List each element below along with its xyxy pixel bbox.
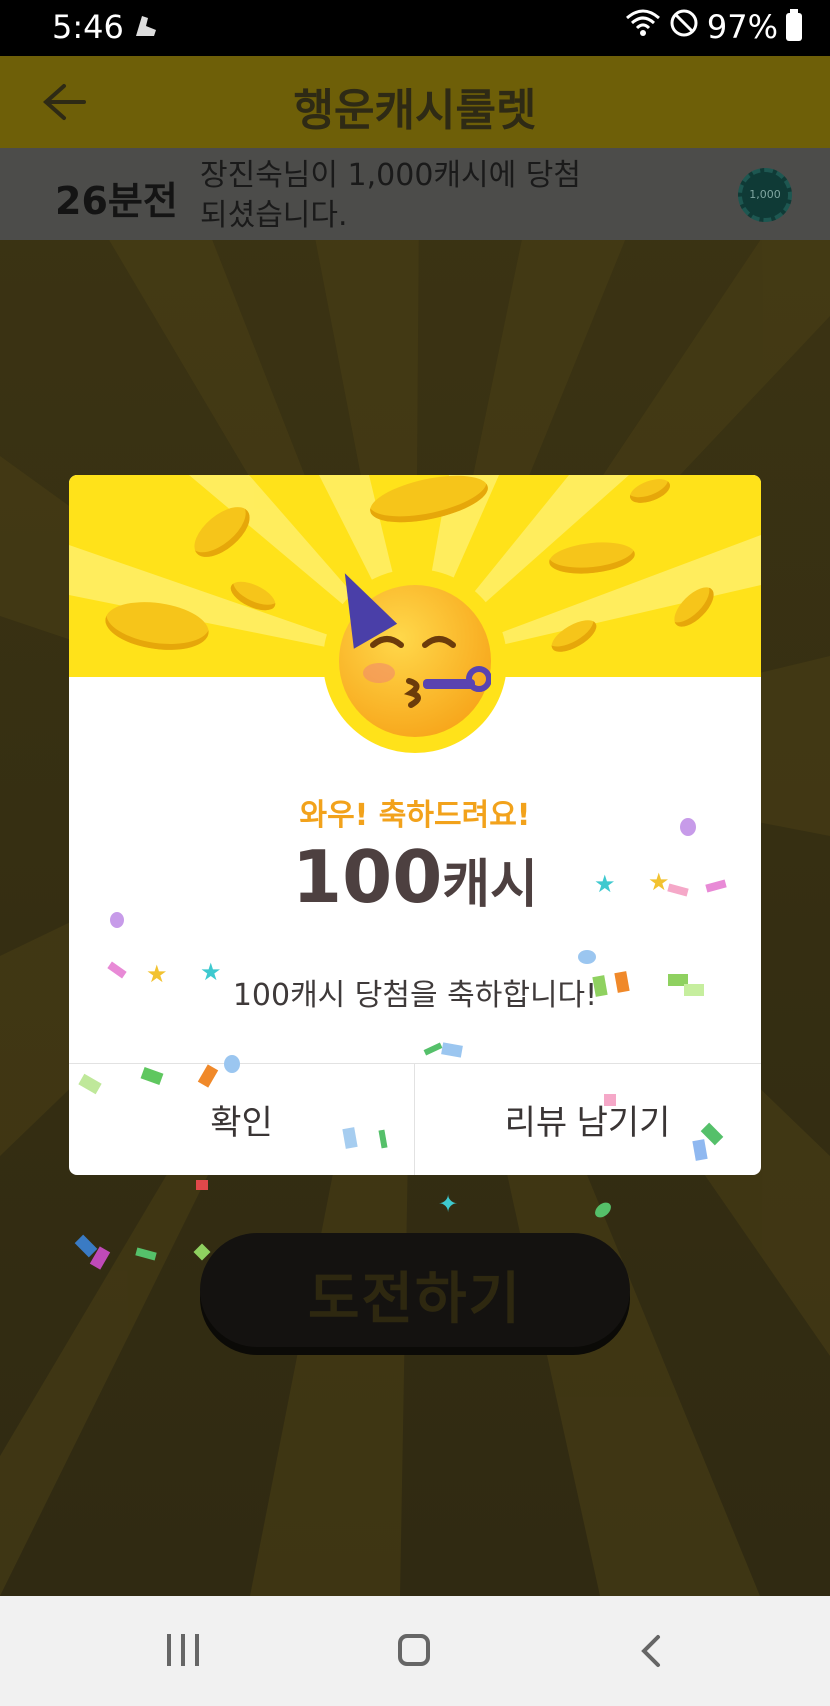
confetti-piece (684, 984, 704, 996)
confetti-piece (224, 1055, 240, 1073)
star-confetti-icon: ★ (146, 960, 168, 988)
page-title: 행운캐시룰렛 (293, 85, 537, 136)
status-time: 5:46 (52, 8, 124, 46)
wifi-icon (625, 8, 661, 46)
cash-chip-icon: 1,000 (738, 168, 792, 222)
back-icon[interactable] (636, 1634, 666, 1668)
confetti-piece (604, 1094, 616, 1106)
do-not-disturb-icon (669, 8, 699, 46)
confetti-piece (196, 1180, 208, 1190)
ticker-message: 장진숙님이 1,000캐시에 당첨되셨습니다. (200, 158, 581, 233)
star-confetti-icon: ✦ (438, 1190, 459, 1218)
battery-icon (786, 9, 802, 41)
star-confetti-icon: ★ (648, 868, 670, 896)
ticker-time-ago: 26분전 (55, 179, 178, 223)
home-icon[interactable] (398, 1634, 430, 1666)
confetti-piece (578, 950, 596, 964)
status-bar: 5:46 97% (0, 0, 830, 56)
star-confetti-icon: ★ (200, 958, 222, 986)
battery-percent: 97% (706, 8, 778, 46)
win-dialog: 와우! 축하드려요! 100캐시 100캐시 당첨을 축하합니다! 확인 리뷰 … (69, 475, 761, 1175)
congrats-text: 와우! 축하드려요! (299, 798, 531, 833)
prize-amount-number: 100 (292, 835, 443, 919)
leave-review-button[interactable]: 리뷰 남기기 (415, 1064, 760, 1175)
star-confetti-icon: ★ (594, 870, 616, 898)
confetti-piece (110, 912, 124, 928)
prize-description: 100캐시 당첨을 축하합니다! (232, 978, 598, 1013)
challenge-button-label: 도전하기 (307, 1267, 523, 1332)
recent-apps-icon[interactable] (165, 1632, 201, 1668)
confirm-button[interactable]: 확인 (69, 1064, 414, 1175)
confetti-piece (680, 818, 696, 836)
status-right: 97% (625, 8, 802, 46)
sneaker-icon (132, 10, 160, 48)
prize-amount-unit: 캐시 (442, 855, 538, 915)
